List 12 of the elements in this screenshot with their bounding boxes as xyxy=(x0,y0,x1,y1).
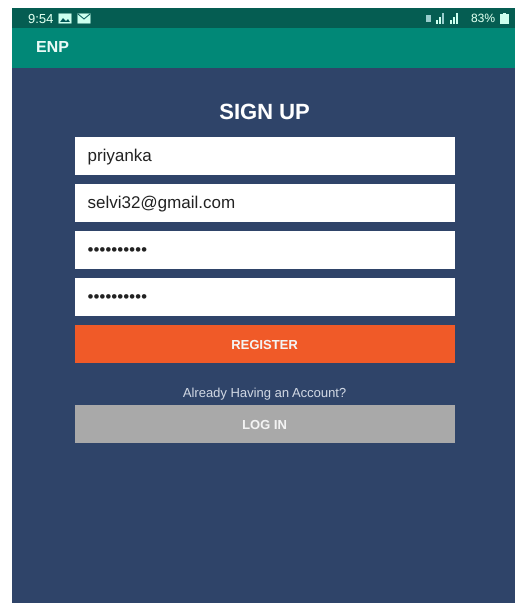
input-field[interactable]: priyanka xyxy=(74,137,454,175)
app-title: ENP xyxy=(36,39,69,57)
image-icon xyxy=(58,12,72,24)
form-title: SIGN UP xyxy=(218,98,311,126)
input-field[interactable]: •••••••••• xyxy=(74,278,454,316)
battery-percent: 83% xyxy=(470,11,495,25)
battery-icon xyxy=(500,12,509,24)
message-icon xyxy=(77,12,92,24)
input-field[interactable]: •••••••••• xyxy=(74,231,454,269)
input-field[interactable]: selvi32@gmail.com xyxy=(74,184,454,222)
account-prompt: Already Having an Account? xyxy=(182,385,348,400)
status-time: 9:54 xyxy=(28,10,54,26)
